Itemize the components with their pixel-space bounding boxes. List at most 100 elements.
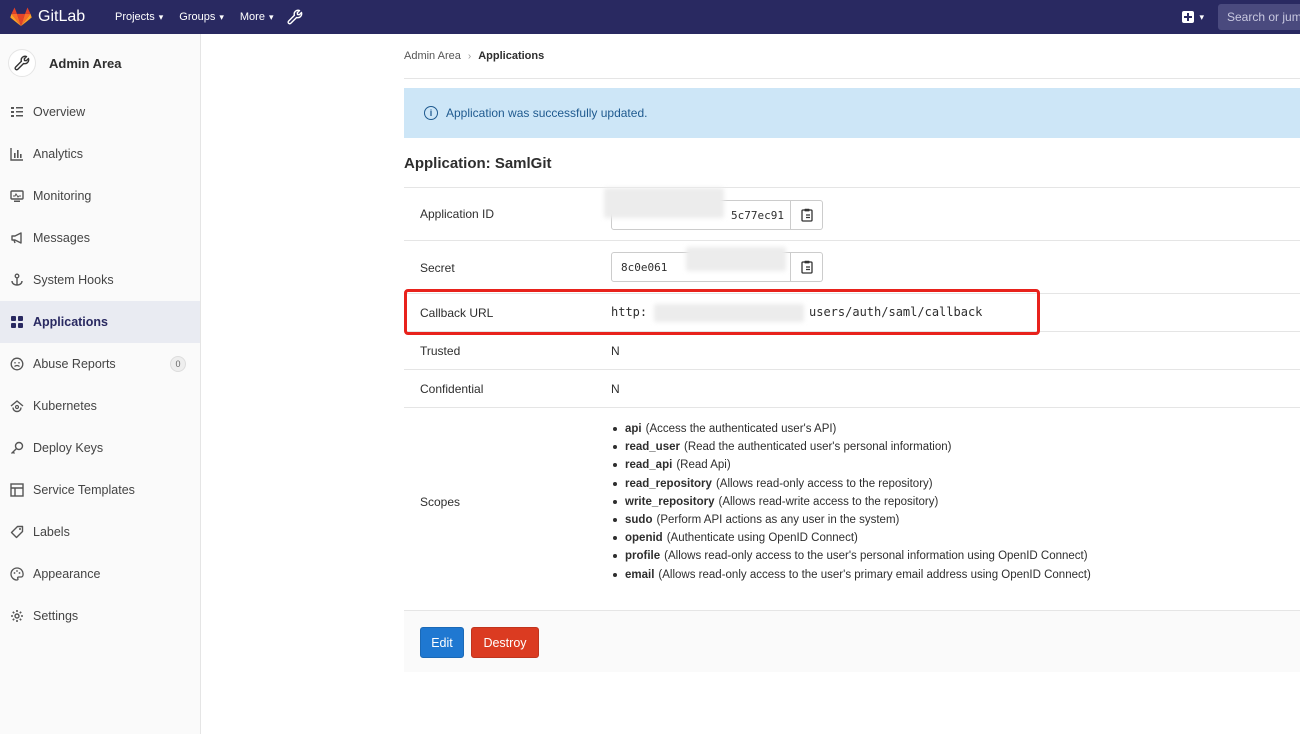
chevron-right-icon: ›	[467, 50, 472, 62]
gitlab-tanuki-icon	[10, 7, 32, 27]
breadcrumb: Admin Area › Applications	[404, 50, 544, 62]
appearance-icon	[10, 567, 24, 581]
copy-application-id-button[interactable]	[791, 200, 823, 230]
navbar-right: ▾ Search or jump to…	[1182, 0, 1300, 34]
scope-name: read_user	[625, 441, 680, 454]
list-item: api (Access the authenticated user's API)	[611, 420, 1091, 438]
alert-message: Application was successfully updated.	[446, 106, 648, 120]
chevron-down-icon: ▾	[1199, 11, 1204, 22]
form-actions: Edit Destroy	[404, 610, 1300, 672]
sidebar-item-deploy-keys[interactable]: Deploy Keys	[0, 427, 200, 469]
sidebar-item-label: Kubernetes	[33, 399, 97, 413]
chevron-down-icon: ▾	[158, 11, 164, 22]
sidebar-item-settings[interactable]: Settings	[0, 595, 200, 637]
list-item: read_api (Read Api)	[611, 456, 1091, 474]
scope-name: email	[625, 568, 655, 581]
scope-name: openid	[625, 532, 663, 545]
scope-name: profile	[625, 550, 661, 563]
scope-description: (Perform API actions as any user in the …	[656, 514, 900, 527]
clipboard-icon	[800, 260, 813, 274]
secret-label: Secret	[420, 261, 455, 275]
list-item: profile (Allows read-only access to the u…	[611, 547, 1091, 565]
scope-name: read_api	[625, 459, 673, 472]
sidebar-item-label: Appearance	[33, 567, 101, 581]
scope-description: (Access the authenticated user's API)	[645, 423, 837, 436]
analytics-icon	[10, 147, 24, 161]
trusted-label: Trusted	[420, 344, 461, 358]
admin-avatar	[8, 49, 36, 77]
breadcrumb-applications[interactable]: Applications	[478, 50, 544, 62]
bullet	[613, 554, 617, 559]
sidebar-item-label: Deploy Keys	[33, 441, 104, 455]
row-confidential: Confidential N	[404, 369, 1300, 407]
sidebar-item-abuse-reports[interactable]: Abuse Reports 0	[0, 343, 200, 385]
scope-description: (Allows read-only access to the user's p…	[658, 568, 1091, 581]
sidebar-item-label: Monitoring	[33, 189, 92, 203]
clipboard-icon	[800, 208, 813, 222]
sidebar-item-system-hooks[interactable]: System Hooks	[0, 259, 200, 301]
plus-square-icon	[1182, 11, 1195, 23]
sidebar-item-label: Messages	[33, 231, 90, 245]
gear-icon	[10, 609, 24, 623]
success-alert: i Application was successfully updated.	[404, 88, 1300, 138]
copy-secret-button[interactable]	[791, 252, 823, 282]
destroy-button[interactable]: Destroy	[471, 627, 539, 658]
nav-groups[interactable]: Groups ▾	[179, 11, 224, 23]
overview-icon	[10, 105, 24, 119]
brand-name: GitLab	[38, 8, 86, 25]
redaction-blur	[686, 247, 786, 271]
sidebar-item-label: System Hooks	[33, 273, 114, 287]
monitoring-icon	[10, 189, 24, 203]
bullet	[613, 572, 617, 577]
sidebar-title: Admin Area	[49, 55, 122, 71]
row-secret: Secret 8c0e061	[404, 240, 1300, 293]
sidebar-item-label: Overview	[33, 105, 86, 119]
key-icon	[10, 441, 24, 455]
sidebar-item-label: Service Templates	[33, 483, 135, 497]
sidebar-item-analytics[interactable]: Analytics	[0, 133, 200, 175]
callback-highlight-box	[404, 289, 1040, 335]
gitlab-logo[interactable]: GitLab	[10, 7, 105, 27]
scope-description: (Read the authenticated user's personal …	[683, 441, 952, 454]
bullet	[613, 536, 617, 541]
admin-wrench-icon[interactable]	[287, 9, 303, 25]
scopes-list: api (Access the authenticated user's API)…	[611, 420, 1091, 584]
chevron-down-icon: ▾	[219, 11, 224, 22]
sidebar-item-overview[interactable]: Overview	[0, 91, 200, 133]
bullet	[613, 481, 617, 486]
sidebar-item-applications[interactable]: Applications	[0, 301, 200, 343]
info-icon: i	[424, 106, 438, 120]
sidebar-item-kubernetes[interactable]: Kubernetes	[0, 385, 200, 427]
nav-projects-label: Projects	[115, 11, 155, 23]
application-id-label: Application ID	[420, 207, 495, 221]
scope-name: read_repository	[625, 477, 712, 490]
label-icon	[10, 525, 24, 539]
scopes-label: Scopes	[420, 495, 461, 509]
trusted-value: N	[611, 344, 620, 358]
sidebar-item-messages[interactable]: Messages	[0, 217, 200, 259]
nav-projects[interactable]: Projects ▾	[115, 11, 163, 23]
scope-description: (Allows read-only access to the reposito…	[715, 477, 933, 490]
scope-name: write_repository	[625, 495, 715, 508]
sidebar-item-label: Analytics	[33, 147, 84, 161]
sidebar-item-service-templates[interactable]: Service Templates	[0, 469, 200, 511]
sidebar-header[interactable]: Admin Area	[0, 34, 200, 92]
page-title: Application: SamlGit	[404, 155, 552, 172]
confidential-label: Confidential	[420, 382, 484, 396]
wrench-icon	[14, 55, 30, 71]
list-item: openid (Authenticate using OpenID Connect…	[611, 529, 1091, 547]
sidebar-item-appearance[interactable]: Appearance	[0, 553, 200, 595]
breadcrumb-admin-area[interactable]: Admin Area	[404, 50, 461, 62]
scope-description: (Allows read-only access to the user's p…	[664, 550, 1088, 563]
abuse-count-badge: 0	[170, 356, 186, 372]
scope-description: (Allows read-write access to the reposit…	[718, 495, 939, 508]
new-dropdown-button[interactable]: ▾	[1182, 11, 1204, 23]
scope-name: sudo	[625, 514, 653, 527]
sidebar-item-monitoring[interactable]: Monitoring	[0, 175, 200, 217]
search-input[interactable]: Search or jump to…	[1218, 4, 1300, 30]
nav-more[interactable]: More ▾	[240, 11, 274, 23]
edit-button[interactable]: Edit	[420, 627, 464, 658]
list-item: write_repository (Allows read-write acces…	[611, 493, 1091, 511]
sidebar-item-labels[interactable]: Labels	[0, 511, 200, 553]
list-item: read_user (Read the authenticated user's …	[611, 438, 1091, 456]
